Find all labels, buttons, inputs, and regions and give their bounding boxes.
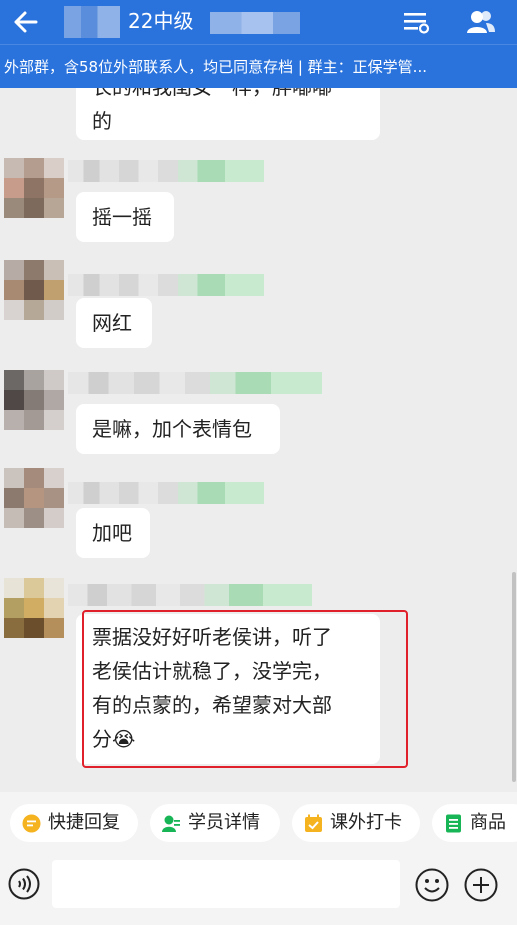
chip-label: 课外打卡	[330, 812, 402, 833]
message-bubble[interactable]: 加吧	[76, 508, 150, 558]
list-icon	[446, 814, 461, 833]
quick-reply-button[interactable]: 快捷回复	[10, 804, 138, 842]
title-redacted	[64, 6, 120, 38]
sender-name-redacted	[68, 160, 264, 182]
title-redacted-tail	[210, 12, 300, 34]
message-bubble[interactable]: 是嘛，加个表情包	[76, 404, 280, 454]
message-text: 是嘛，加个表情包	[92, 417, 252, 441]
sender-name-redacted	[68, 482, 264, 504]
sender-name-redacted	[68, 584, 312, 606]
back-arrow-icon[interactable]	[8, 4, 44, 40]
calendar-check-icon	[305, 814, 322, 832]
message-line: 的	[92, 109, 112, 133]
checkin-button[interactable]: 课外打卡	[292, 804, 420, 842]
chip-label: 商品	[470, 812, 506, 833]
student-details-button[interactable]: 学员详情	[150, 804, 280, 842]
person-icon	[162, 815, 180, 832]
avatar[interactable]	[4, 468, 64, 528]
input-bar	[0, 852, 517, 925]
message-input[interactable]	[52, 860, 400, 908]
products-button[interactable]: 商品	[432, 804, 517, 842]
chip-label: 快捷回复	[48, 812, 120, 833]
message-bubble[interactable]: 摇一摇	[76, 192, 174, 242]
group-members-icon[interactable]	[466, 8, 496, 36]
quick-action-bar: 快捷回复 学员详情 课外打卡 商品	[0, 792, 517, 852]
message-text: 摇一摇	[92, 205, 152, 229]
chat-header: 22中级	[0, 0, 517, 44]
avatar[interactable]	[4, 370, 64, 430]
plus-icon[interactable]	[464, 868, 498, 902]
chat-bubble-icon	[22, 814, 41, 833]
message-text: 加吧	[92, 521, 132, 545]
avatar[interactable]	[4, 158, 64, 218]
voice-icon[interactable]	[8, 868, 40, 900]
chip-label: 学员详情	[188, 812, 260, 833]
sender-name-redacted	[68, 372, 322, 394]
avatar[interactable]	[4, 578, 64, 638]
highlight-box	[82, 610, 408, 768]
message-bubble[interactable]: 长的和我闺女一样，胖嘟嘟 的	[76, 88, 380, 140]
emoji-icon[interactable]	[415, 868, 449, 902]
avatar[interactable]	[4, 260, 64, 320]
scrollbar[interactable]	[512, 572, 516, 782]
chat-title: 22中级	[128, 9, 194, 33]
group-info-bar[interactable]: 外部群，含58位外部联系人，均已同意存档 | 群主：正保学管...	[0, 44, 517, 88]
list-settings-icon[interactable]	[402, 10, 430, 34]
message-bubble[interactable]: 网红	[76, 298, 152, 348]
message-list[interactable]: 长的和我闺女一样，胖嘟嘟 的 摇一摇 网红 是嘛，加个表情包 加吧	[0, 88, 517, 788]
sender-name-redacted	[68, 274, 264, 296]
message-text: 网红	[92, 311, 132, 335]
message-line: 长的和我闺女一样，胖嘟嘟	[92, 88, 364, 104]
